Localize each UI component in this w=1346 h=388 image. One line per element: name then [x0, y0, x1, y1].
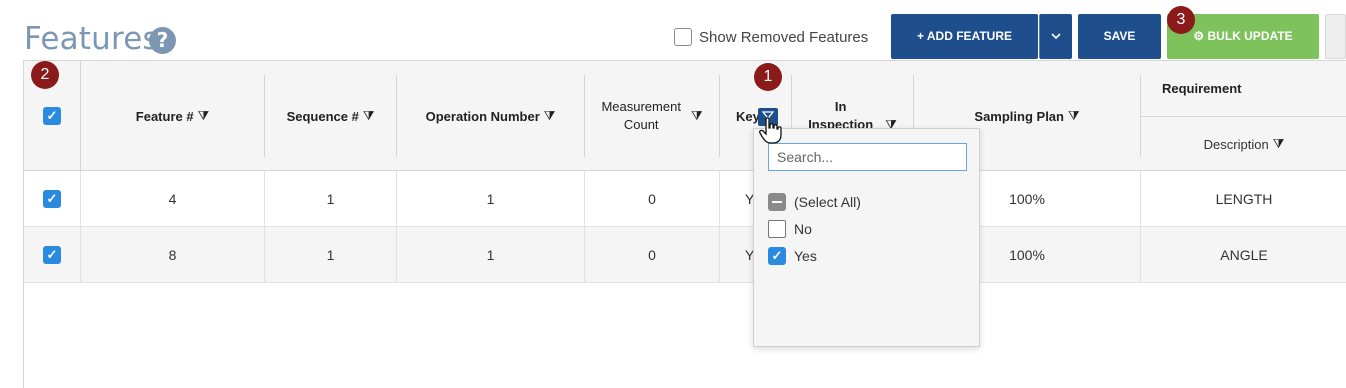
show-removed-label: Show Removed Features — [699, 28, 869, 46]
chevron-down-icon — [1051, 33, 1061, 40]
show-removed-checkbox[interactable] — [674, 28, 692, 46]
filter-option-label: No — [794, 221, 812, 237]
step-badge-3: 3 — [1167, 6, 1195, 34]
filter-option-yes[interactable]: ✓ Yes — [768, 247, 817, 265]
cell-operation: 1 — [486, 247, 495, 263]
header-feature-label: Feature # — [135, 108, 194, 124]
cell-operation: 1 — [486, 191, 495, 207]
step-badge-2: 2 — [31, 61, 59, 89]
table-row[interactable]: ✓ 4 1 1 0 Y 100% LENGTH — [24, 171, 1346, 227]
cell-description: LENGTH — [1215, 191, 1273, 207]
filter-icon[interactable]: ⧩ — [363, 108, 375, 124]
filter-icon[interactable]: ⧩ — [691, 108, 703, 124]
cell-measurement: 0 — [648, 247, 656, 263]
cell-measurement: 0 — [648, 191, 656, 207]
filter-option-label: Yes — [794, 248, 817, 264]
cell-sequence: 1 — [326, 247, 335, 263]
row-select-cell: ✓ — [24, 227, 80, 283]
filter-option-select-all[interactable]: (Select All) — [768, 193, 861, 211]
filter-icon[interactable]: ⧩ — [198, 108, 210, 124]
cell-sequence: 1 — [326, 191, 335, 207]
key-filter-popup: (Select All) No ✓ Yes — [753, 128, 980, 347]
header-operation[interactable]: Operation Number ⧩ — [397, 61, 584, 171]
header-sequence[interactable]: Sequence # ⧩ — [265, 61, 396, 171]
grid-header: ✓ Feature # ⧩ Sequence # ⧩ Operation Num… — [24, 61, 1346, 171]
save-button[interactable]: SAVE — [1078, 14, 1161, 59]
row-checkbox[interactable]: ✓ — [43, 246, 61, 264]
header-measurement[interactable]: Measurement Count ⧩ — [585, 61, 719, 171]
cell-feature: 4 — [168, 191, 177, 207]
hand-cursor-icon — [759, 117, 782, 144]
show-removed-features-toggle[interactable]: Show Removed Features — [674, 28, 868, 46]
row-select-cell: ✓ — [24, 171, 80, 227]
header-description[interactable]: Description ⧩ — [1141, 117, 1346, 171]
add-feature-button[interactable]: + ADD FEATURE — [891, 14, 1038, 59]
filter-option-no[interactable]: No — [768, 220, 812, 238]
filter-yes-checkbox[interactable]: ✓ — [768, 247, 786, 265]
select-all-checkbox[interactable]: ✓ — [43, 107, 61, 125]
page-title: Features — [24, 21, 159, 57]
header-sequence-label: Sequence # — [286, 108, 359, 124]
add-feature-dropdown-button[interactable] — [1039, 14, 1072, 59]
filter-search-input[interactable] — [768, 143, 967, 171]
filter-option-label: (Select All) — [794, 194, 861, 210]
help-icon[interactable]: ? — [149, 27, 176, 54]
header-operation-label: Operation Number — [425, 108, 540, 124]
header-key-label: Key — [736, 108, 760, 124]
header-measurement-label-1: Measurement — [601, 99, 681, 114]
filter-icon[interactable]: ⧩ — [1068, 108, 1080, 124]
features-grid: ✓ Feature # ⧩ Sequence # ⧩ Operation Num… — [23, 60, 1346, 388]
filter-no-checkbox[interactable] — [768, 220, 786, 238]
header-in-inspection-label-1: In — [834, 99, 847, 114]
cell-feature: 8 — [168, 247, 177, 263]
header-feature[interactable]: Feature # ⧩ — [81, 61, 264, 171]
overflow-button[interactable] — [1325, 14, 1346, 59]
filter-icon[interactable]: ⧩ — [544, 108, 556, 124]
filter-icon[interactable]: ⧩ — [1273, 136, 1285, 152]
step-badge-1: 1 — [754, 63, 782, 91]
table-row[interactable]: ✓ 8 1 1 0 Y 100% ANGLE — [24, 227, 1346, 283]
row-checkbox[interactable]: ✓ — [43, 190, 61, 208]
header-description-label: Description — [1203, 136, 1269, 152]
header-requirement-group: Requirement — [1162, 81, 1242, 96]
cell-description: ANGLE — [1220, 247, 1268, 263]
select-all-checkbox[interactable] — [768, 193, 786, 211]
header-sampling-label: Sampling Plan — [974, 108, 1064, 124]
header-measurement-label-2: Count — [623, 117, 659, 132]
